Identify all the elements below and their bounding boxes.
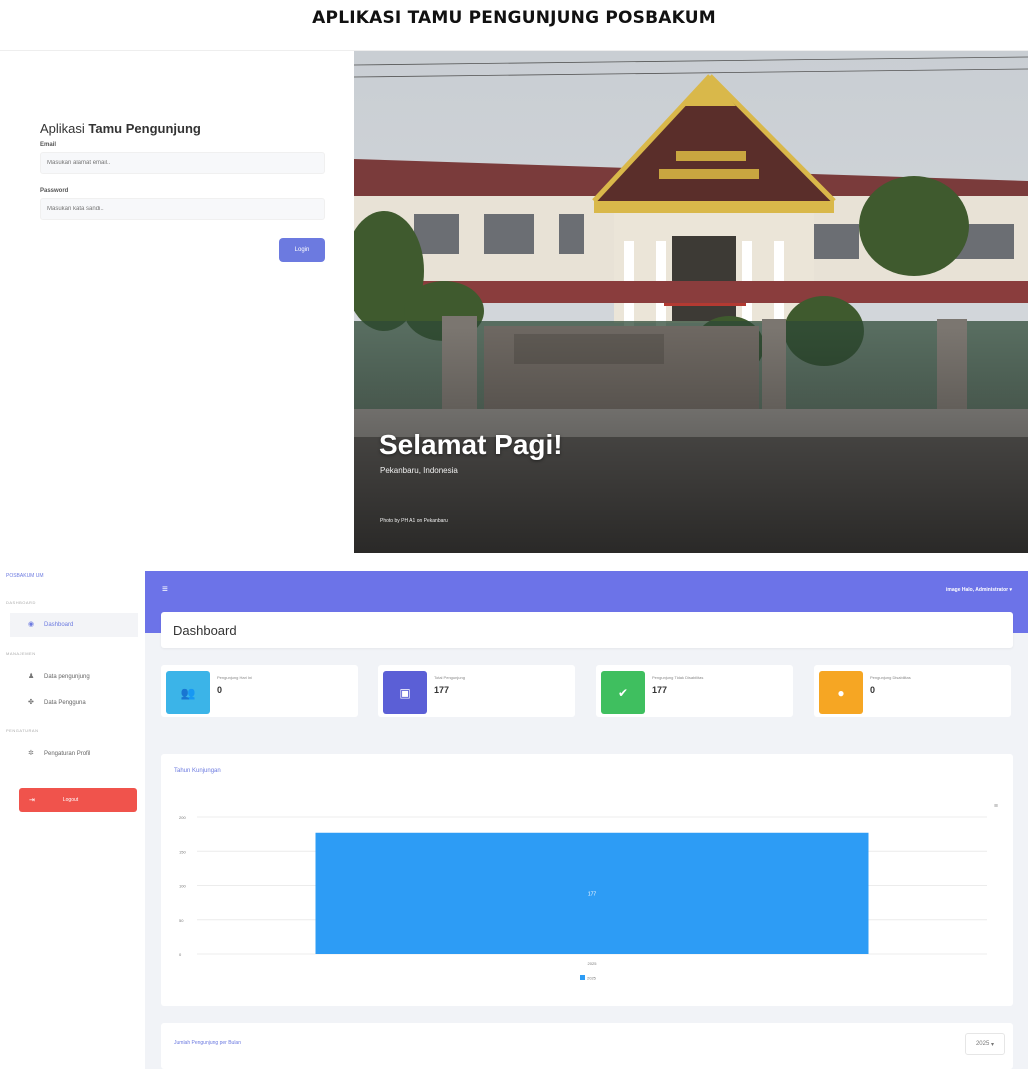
location-text: Pekanbaru, Indonesia (380, 466, 458, 475)
stat-card-today: 👥 Pengunjung Hari Ini 0 (161, 665, 358, 717)
gear-icon: ✲ (28, 750, 34, 757)
chevron-down-icon: ▾ (1009, 587, 1012, 593)
y-tick-label: 50 (179, 918, 184, 923)
sidebar-item-data-pengunjung[interactable]: ♟ Data pengunjung (10, 665, 138, 689)
stat-label: Total Pengunjung (434, 675, 465, 680)
stat-card-non-disability: ✔ Pengunjung Tidak Disabilitas 177 (596, 665, 793, 717)
y-tick-label: 150 (179, 849, 186, 854)
sidebar-item-data-pengguna[interactable]: ✤ Data Pengguna (10, 691, 138, 715)
stat-label: Pengunjung Tidak Disabilitas (652, 675, 704, 680)
stat-value: 177 (652, 685, 668, 695)
sidebar-item-label: Pengaturan Profil (44, 751, 91, 757)
menu-icon[interactable]: ≡ (162, 584, 168, 595)
y-tick-label: 200 (179, 815, 186, 820)
stat-card-total: ▣ Total Pengunjung 177 (378, 665, 575, 717)
sidebar-item-pengaturan-profil[interactable]: ✲ Pengaturan Profil (10, 742, 138, 766)
sidebar-item-label: Dashboard (44, 622, 74, 628)
calendar-icon: ▣ (383, 671, 427, 714)
chart-card: Tahun Kunjungan ≡ 200 150 100 50 0 177 2025 202… (161, 754, 1013, 1006)
login-screen: Aplikasi Tamu Pengunjung Email Password … (0, 50, 1028, 553)
check-icon: ✔ (601, 671, 645, 714)
sidebar-item-dashboard[interactable]: ◉ Dashboard (10, 613, 138, 637)
building-photo (354, 51, 1028, 553)
login-button[interactable]: Login (279, 238, 325, 262)
monthly-chart-title: Jumlah Pengunjung per Bulan (174, 1040, 241, 1046)
section-manajemen: MANAJEMEN (6, 651, 36, 656)
info-icon: ● (819, 671, 863, 714)
legend-swatch (580, 975, 585, 980)
stat-value: 0 (870, 685, 876, 695)
user-icon: ♟ (28, 673, 35, 680)
password-field[interactable] (40, 198, 325, 220)
user-menu-label: image Halo, Administrator (946, 587, 1009, 593)
stat-label: Pengunjung Disabilitas (870, 675, 911, 680)
section-pengaturan: PENGATURAN (6, 728, 39, 733)
page-title: Dashboard (173, 623, 237, 638)
monthly-visitors-card: Jumlah Pengunjung per Bulan 2025 ▾ (161, 1023, 1013, 1069)
hero-photo: Selamat Pagi! Pekanbaru, Indonesia Photo… (354, 51, 1028, 553)
chevron-down-icon: ▾ (991, 1041, 995, 1048)
sidebar-item-label: Data pengunjung (44, 674, 90, 680)
stat-value: 0 (217, 685, 223, 695)
gauge-icon: ◉ (28, 621, 35, 628)
y-tick-label: 100 (179, 884, 186, 889)
bar-chart: 200 150 100 50 0 177 2025 2025 (179, 815, 987, 981)
stat-value: 177 (434, 685, 450, 695)
x-tick-label: 2025 (588, 961, 598, 966)
logout-button[interactable]: ⇥ Logout (19, 788, 137, 812)
logout-icon: ⇥ (29, 797, 35, 804)
photo-credit: Photo by PH A1 on Pekanbaru (380, 518, 448, 524)
sidebar-item-label: Data Pengguna (44, 700, 86, 706)
login-form: Aplikasi Tamu Pengunjung Email Password (40, 121, 325, 230)
users-icon: 👥 (166, 671, 210, 714)
user-menu[interactable]: image Halo, Administrator ▾ (946, 587, 1012, 593)
year-select[interactable]: 2025 ▾ (965, 1033, 1005, 1055)
stat-card-disability: ● Pengunjung Disabilitas 0 (814, 665, 1011, 717)
password-label: Password (40, 188, 69, 194)
brand-name[interactable]: POSBAKUM UM (6, 573, 66, 580)
users-icon: ✤ (28, 699, 34, 706)
email-field[interactable] (40, 152, 325, 174)
login-heading: Aplikasi Tamu Pengunjung (40, 121, 325, 136)
sidebar: POSBAKUM UM DASHBOARD ◉ Dashboard MANAJE… (0, 571, 145, 1069)
page-header: Dashboard (161, 612, 1013, 648)
email-label: Email (40, 142, 57, 148)
y-tick-label: 0 (179, 952, 182, 957)
logout-label: Logout (62, 797, 79, 803)
greeting-text: Selamat Pagi! (379, 429, 563, 460)
login-heading-bold: Tamu Pengunjung (88, 121, 201, 136)
section-dashboard: DASHBOARD (6, 600, 36, 605)
stat-label: Pengunjung Hari Ini (217, 675, 253, 680)
document-title: APLIKASI TAMU PENGUNJUNG POSBAKUM (312, 8, 716, 28)
legend-label: 2025 (587, 976, 597, 981)
dashboard-screen: POSBAKUM UM DASHBOARD ◉ Dashboard MANAJE… (0, 571, 1028, 1069)
page-root: APLIKASI TAMU PENGUNJUNG POSBAKUM Aplika… (0, 0, 1028, 1069)
login-heading-prefix: Aplikasi (40, 121, 85, 136)
year-select-value: 2025 (975, 1041, 990, 1047)
data-label: 177 (588, 891, 597, 897)
